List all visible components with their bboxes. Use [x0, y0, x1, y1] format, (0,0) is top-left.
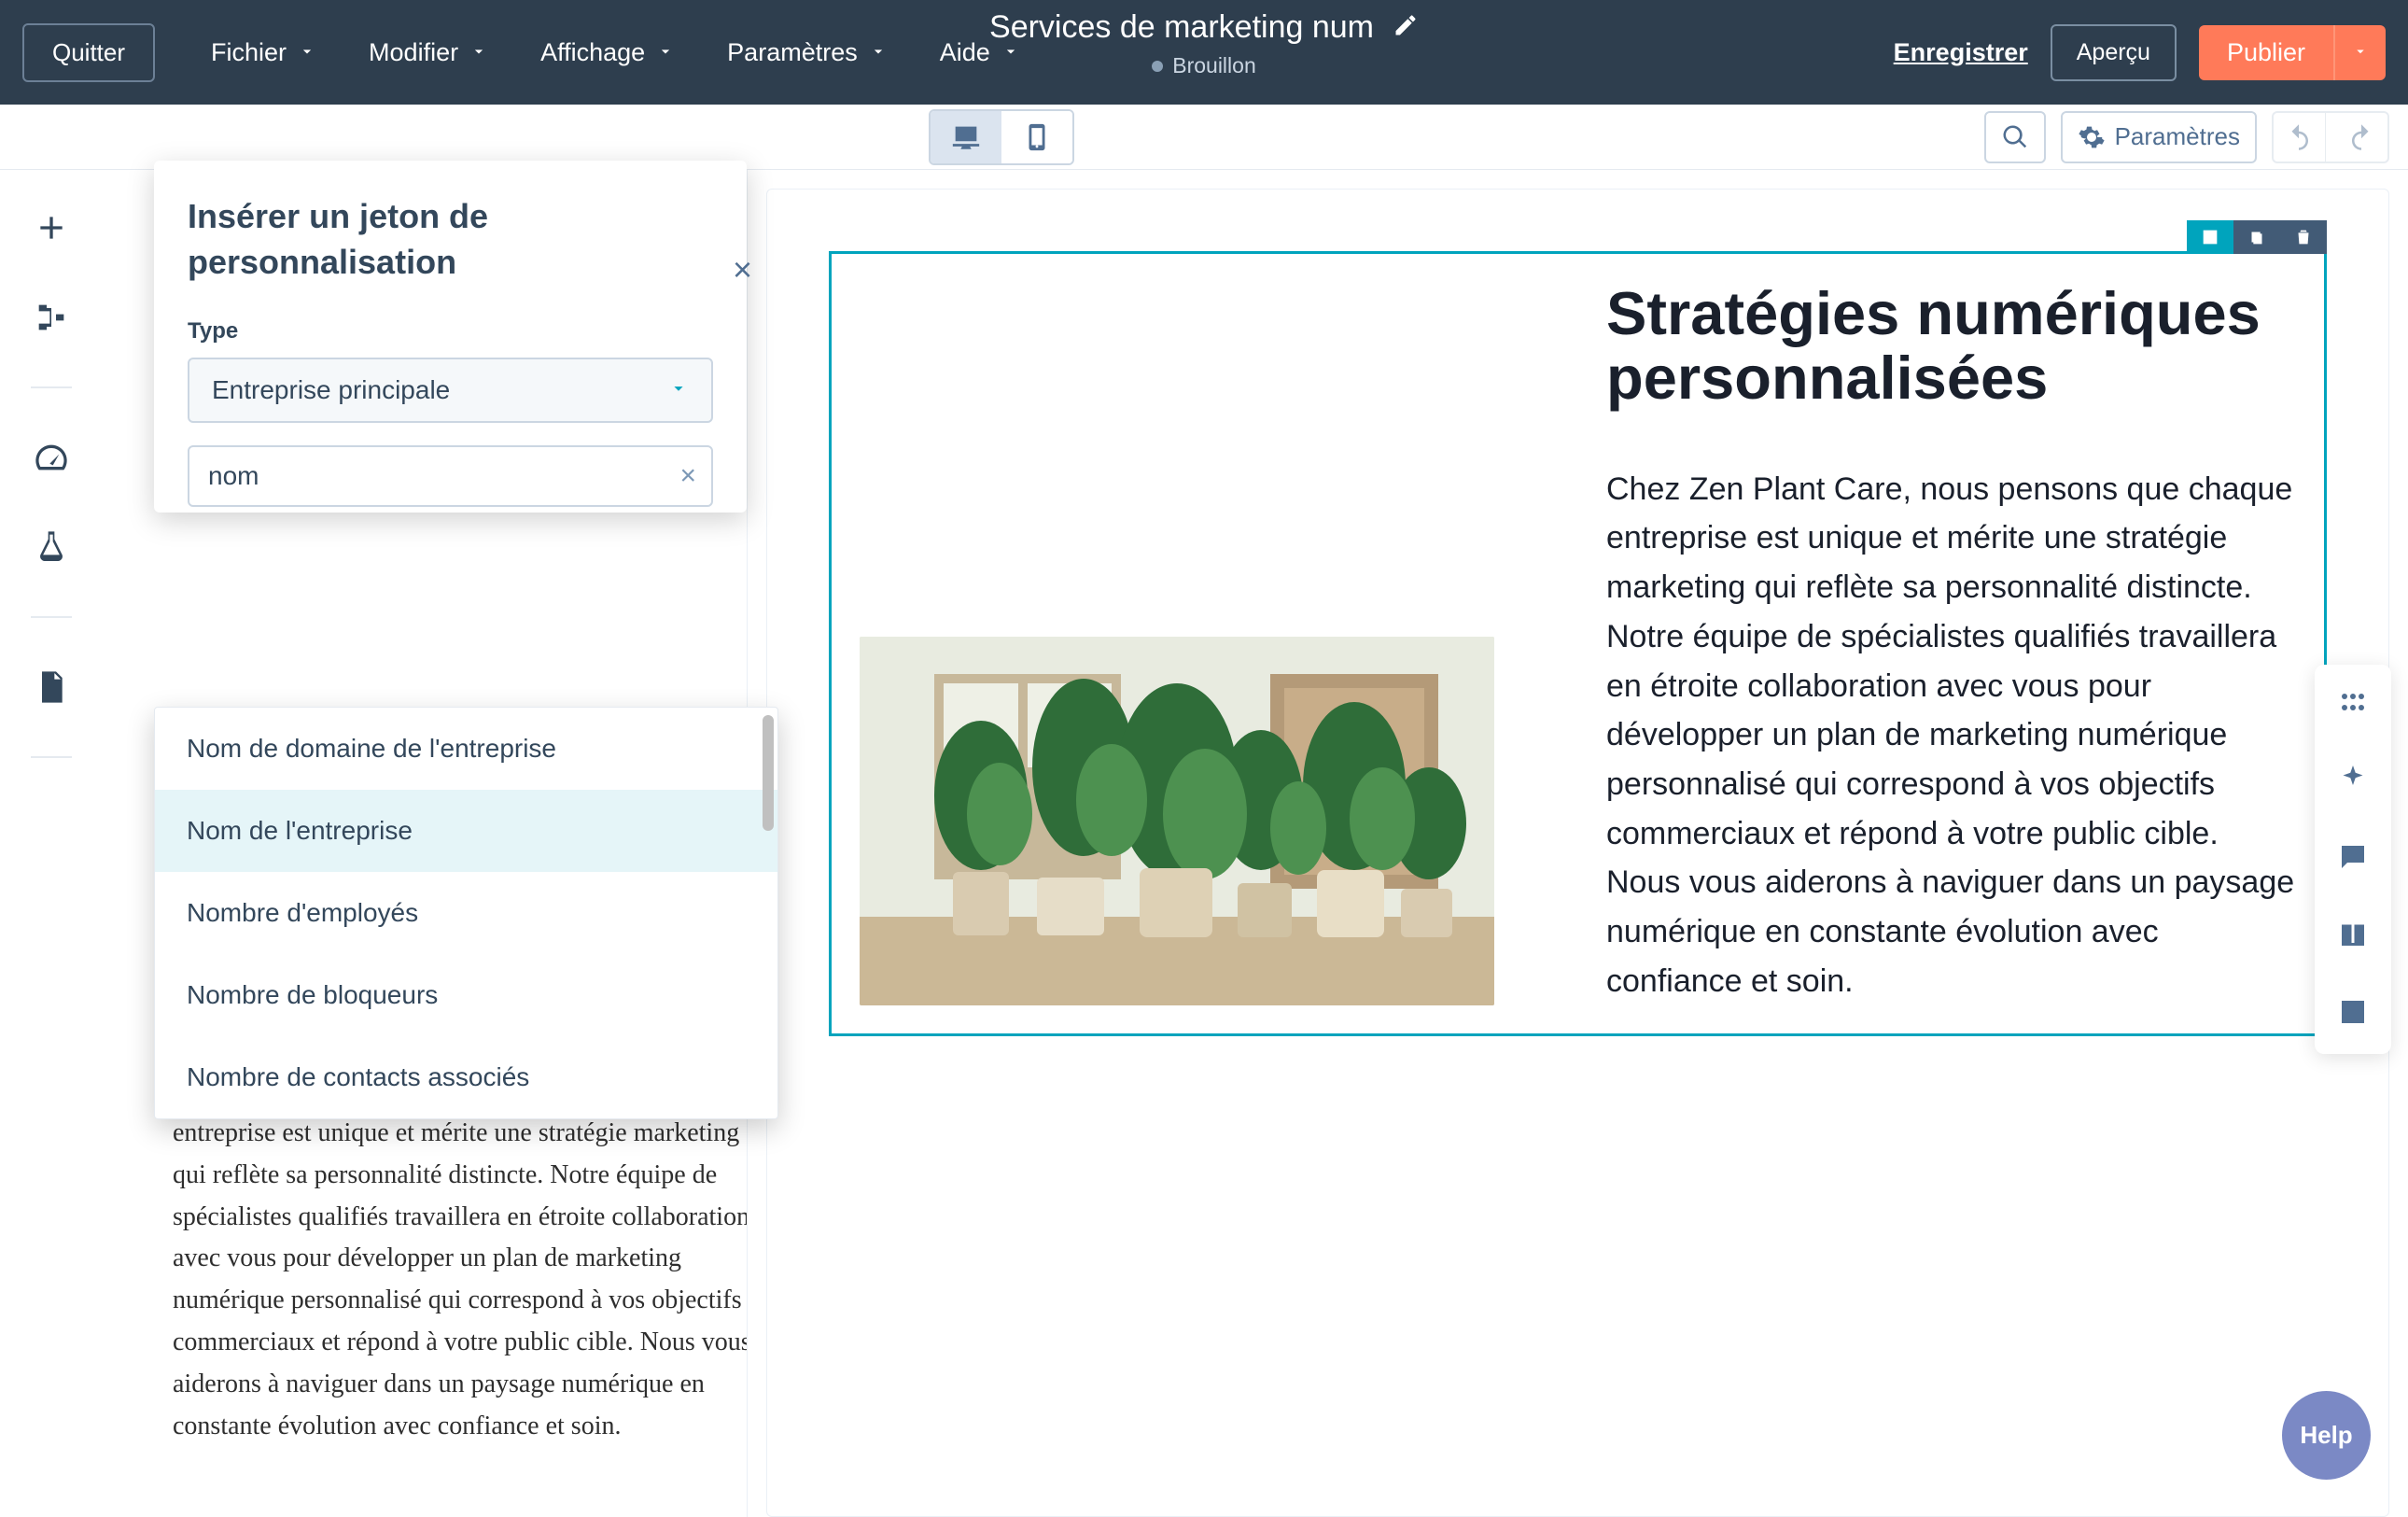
module-body[interactable]: Chez Zen Plant Care, nous pensons que ch… — [1606, 465, 2296, 1006]
menu-bar: Fichier Modifier Affichage Paramètres Ai… — [211, 38, 1020, 67]
settings-label: Paramètres — [2115, 122, 2240, 151]
chat-icon[interactable] — [2336, 840, 2370, 878]
menu-affichage[interactable]: Affichage — [540, 38, 675, 67]
close-icon[interactable]: × — [733, 250, 752, 289]
publish-button-group: Publier — [2199, 25, 2386, 80]
calendar-icon[interactable] — [2336, 995, 2370, 1033]
menu-modifier[interactable]: Modifier — [369, 38, 488, 67]
module-image-icon[interactable] — [2187, 220, 2233, 254]
exit-button[interactable]: Quitter — [22, 23, 155, 82]
separator — [31, 386, 72, 388]
module-text-col: Stratégies numériques personnalisées Che… — [1606, 282, 2296, 1005]
clear-icon[interactable]: × — [679, 460, 696, 492]
editor-text-preview: entreprise est unique et mérite une stra… — [173, 1113, 770, 1447]
token-dropdown: Nom de domaine de l'entreprise Nom de l'… — [154, 707, 778, 1119]
canvas-frame[interactable]: Stratégies numériques personnalisées Che… — [766, 189, 2389, 1517]
dropdown-item[interactable]: Nom de domaine de l'entreprise — [155, 708, 777, 790]
left-rail — [0, 170, 103, 1517]
preview-button[interactable]: Aperçu — [2051, 24, 2177, 81]
publish-button[interactable]: Publier — [2199, 25, 2333, 80]
right-float-rail — [2315, 665, 2391, 1054]
gauge-icon[interactable] — [31, 437, 72, 478]
device-toggle — [929, 109, 1074, 165]
plant-image — [860, 637, 1494, 1005]
module-delete-icon[interactable] — [2280, 220, 2327, 254]
type-select[interactable]: Entreprise principale — [188, 358, 713, 423]
chevron-down-icon — [869, 38, 888, 67]
canvas-area: Stratégies numériques personnalisées Che… — [747, 170, 2408, 1517]
module-tools — [2187, 220, 2327, 254]
doc-title: Services de marketing num — [989, 9, 1374, 46]
status-text: Brouillon — [1172, 53, 1256, 78]
dropdown-item[interactable]: Nom de l'entreprise — [155, 790, 777, 872]
status-dot-icon — [1152, 61, 1163, 72]
menu-label: Fichier — [211, 38, 287, 67]
page-icon[interactable] — [31, 667, 72, 708]
book-icon[interactable] — [2336, 918, 2370, 956]
toolbar-right: Paramètres — [1984, 111, 2389, 163]
module-copy-icon[interactable] — [2233, 220, 2280, 254]
device-mobile-button[interactable] — [1001, 111, 1072, 163]
undo-redo-group — [2272, 111, 2389, 163]
dropdown-item[interactable]: Nombre d'employés — [155, 872, 777, 954]
chevron-down-icon — [298, 38, 316, 67]
edit-icon[interactable] — [1393, 12, 1419, 43]
search-wrapper: × — [188, 445, 713, 507]
menu-label: Paramètres — [727, 38, 858, 67]
separator — [31, 756, 72, 758]
select-value: Entreprise principale — [212, 375, 450, 405]
module-image-col — [860, 282, 1494, 1005]
module-heading[interactable]: Stratégies numériques personnalisées — [1606, 282, 2296, 411]
header-actions: Enregistrer Aperçu Publier — [1894, 24, 2386, 81]
token-search-input[interactable] — [188, 445, 713, 507]
tree-icon[interactable] — [31, 297, 72, 338]
grid-icon[interactable] — [2336, 685, 2370, 723]
title-area: Services de marketing num Brouillon — [989, 9, 1419, 78]
publish-dropdown-button[interactable] — [2333, 25, 2386, 80]
sparkle-icon[interactable] — [2336, 763, 2370, 801]
add-icon[interactable] — [31, 207, 72, 248]
scrollbar[interactable] — [763, 715, 774, 831]
device-desktop-button[interactable] — [931, 111, 1001, 163]
caret-down-icon — [668, 375, 689, 405]
undo-button[interactable] — [2274, 112, 2326, 162]
menu-label: Affichage — [540, 38, 645, 67]
search-button[interactable] — [1984, 111, 2046, 163]
selected-module[interactable]: Stratégies numériques personnalisées Che… — [829, 251, 2327, 1036]
separator — [31, 616, 72, 618]
menu-parametres[interactable]: Paramètres — [727, 38, 888, 67]
chevron-down-icon — [656, 38, 675, 67]
personalization-token-popover: Insérer un jeton depersonnalisation × Ty… — [154, 161, 747, 513]
menu-label: Aide — [940, 38, 990, 67]
popover-title: Insérer un jeton depersonnalisation — [188, 194, 713, 285]
settings-button[interactable]: Paramètres — [2061, 111, 2257, 163]
menu-fichier[interactable]: Fichier — [211, 38, 316, 67]
type-label: Type — [188, 318, 713, 344]
body-area: Insérer un jeton depersonnalisation × Ty… — [0, 170, 2408, 1517]
left-panel: Insérer un jeton depersonnalisation × Ty… — [103, 170, 747, 1517]
menu-label: Modifier — [369, 38, 458, 67]
topbar: Quitter Fichier Modifier Affichage Param… — [0, 0, 2408, 105]
redo-button[interactable] — [2335, 112, 2387, 162]
help-button[interactable]: Help — [2282, 1391, 2371, 1480]
save-link[interactable]: Enregistrer — [1894, 38, 2028, 67]
flask-icon[interactable] — [31, 527, 72, 568]
dropdown-item[interactable]: Nombre de contacts associés — [155, 1036, 777, 1118]
dropdown-item[interactable]: Nombre de bloqueurs — [155, 954, 777, 1036]
chevron-down-icon — [469, 38, 488, 67]
module-grid: Stratégies numériques personnalisées Che… — [860, 282, 2296, 1005]
